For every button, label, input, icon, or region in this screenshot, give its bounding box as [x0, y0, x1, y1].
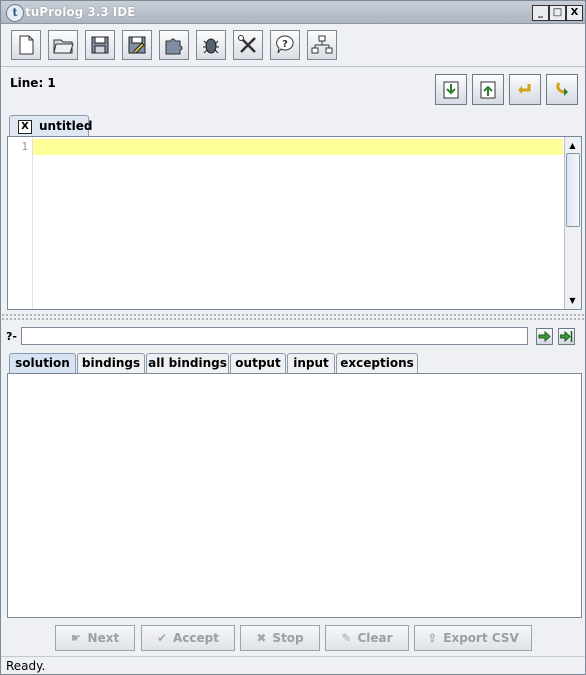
split-pane-divider[interactable] [1, 313, 585, 321]
scroll-up-icon[interactable]: ▲ [566, 139, 579, 152]
library-button[interactable] [159, 30, 189, 60]
tools-icon [238, 35, 256, 53]
tab-close-icon[interactable]: X [18, 120, 32, 134]
move-down-button[interactable] [435, 74, 467, 105]
tools-button[interactable] [233, 30, 263, 60]
query-bar: ?- [1, 326, 585, 348]
svg-text:?: ? [282, 39, 288, 50]
title-bar[interactable]: t tuProlog 3.3 IDE _ □ X [1, 1, 585, 24]
line-number: 1 [21, 140, 28, 153]
save-icon [91, 36, 109, 54]
download-arrow-icon [443, 81, 459, 98]
arrow-right-icon [538, 330, 551, 343]
ide-window: t tuProlog 3.3 IDE _ □ X ? Line: 1 X unt… [0, 0, 586, 675]
arrow-right-end-icon [560, 330, 573, 343]
accept-button[interactable]: ✔ Accept [141, 625, 235, 651]
library-puzzle-icon [165, 38, 183, 55]
export-label: Export CSV [443, 631, 519, 645]
tab-solution[interactable]: solution [9, 353, 76, 374]
accept-label: Accept [173, 631, 220, 645]
code-editor[interactable]: 1 ▲ ▼ [7, 136, 582, 310]
tree-icon [311, 35, 333, 54]
minimize-button[interactable]: _ [532, 5, 549, 21]
open-button[interactable] [48, 30, 78, 60]
action-button-bar: ☛ Next ✔ Accept ✖ Stop ✎ Clear ⇪ Export … [1, 623, 585, 655]
clear-button[interactable]: ✎ Clear [325, 625, 409, 651]
tab-output[interactable]: output [230, 353, 286, 374]
move-up-button[interactable] [472, 74, 504, 105]
next-label: Next [87, 631, 120, 645]
save-button[interactable] [85, 30, 115, 60]
status-bar: Ready. [1, 656, 585, 675]
tab-exceptions[interactable]: exceptions [336, 353, 418, 374]
main-toolbar: ? [1, 24, 585, 67]
tab-input[interactable]: input [287, 353, 335, 374]
tab-bindings[interactable]: bindings [77, 353, 145, 374]
scroll-down-icon[interactable]: ▼ [566, 294, 579, 307]
help-button[interactable]: ? [270, 30, 300, 60]
window-title: tuProlog 3.3 IDE [25, 5, 136, 19]
export-csv-button[interactable]: ⇪ Export CSV [414, 625, 532, 651]
tree-button[interactable] [307, 30, 337, 60]
query-prompt: ?- [6, 330, 17, 343]
current-line-highlight[interactable] [33, 139, 563, 155]
solve-all-button[interactable] [558, 328, 575, 345]
redo-button[interactable] [546, 74, 578, 105]
undo-button[interactable] [509, 74, 541, 105]
editor-tab-strip: X untitled [7, 115, 582, 137]
save-as-button[interactable] [122, 30, 152, 60]
result-tab-strip: solution bindings all bindings output in… [7, 352, 582, 374]
redo-arrow-icon [556, 81, 568, 96]
app-logo-icon: t [6, 4, 24, 22]
clear-label: Clear [357, 631, 393, 645]
export-icon: ⇪ [427, 631, 438, 645]
debug-bug-icon [203, 38, 219, 54]
upload-arrow-icon [480, 81, 496, 98]
help-icon: ? [276, 35, 294, 54]
tab-label: untitled [39, 119, 93, 133]
status-text: Ready. [6, 659, 46, 673]
tab-untitled[interactable]: X untitled [9, 115, 93, 136]
tab-all-bindings[interactable]: all bindings [146, 353, 229, 374]
checkmark-icon: ✔ [156, 631, 168, 645]
scroll-thumb[interactable] [566, 153, 580, 227]
new-file-button[interactable] [11, 30, 41, 60]
close-button[interactable]: X [566, 5, 583, 21]
undo-arrow-icon [518, 83, 531, 94]
next-hand-icon: ☛ [70, 631, 82, 645]
query-input[interactable] [21, 327, 528, 345]
stop-button[interactable]: ✖ Stop [240, 625, 320, 651]
stop-label: Stop [272, 631, 304, 645]
debug-button[interactable] [196, 30, 226, 60]
broom-icon: ✎ [341, 631, 352, 645]
solve-button[interactable] [536, 328, 553, 345]
stop-icon: ✖ [256, 631, 267, 645]
open-folder-icon [53, 39, 74, 54]
save-as-icon [128, 36, 146, 54]
next-button[interactable]: ☛ Next [55, 625, 135, 651]
line-number-gutter: 1 [8, 137, 33, 309]
editor-scrollbar[interactable]: ▲ ▼ [564, 137, 581, 309]
line-bar: Line: 1 [1, 67, 585, 111]
solution-panel [7, 373, 582, 618]
new-file-icon [19, 35, 34, 55]
line-indicator: Line: 1 [10, 76, 56, 90]
maximize-button[interactable]: □ [549, 5, 566, 21]
